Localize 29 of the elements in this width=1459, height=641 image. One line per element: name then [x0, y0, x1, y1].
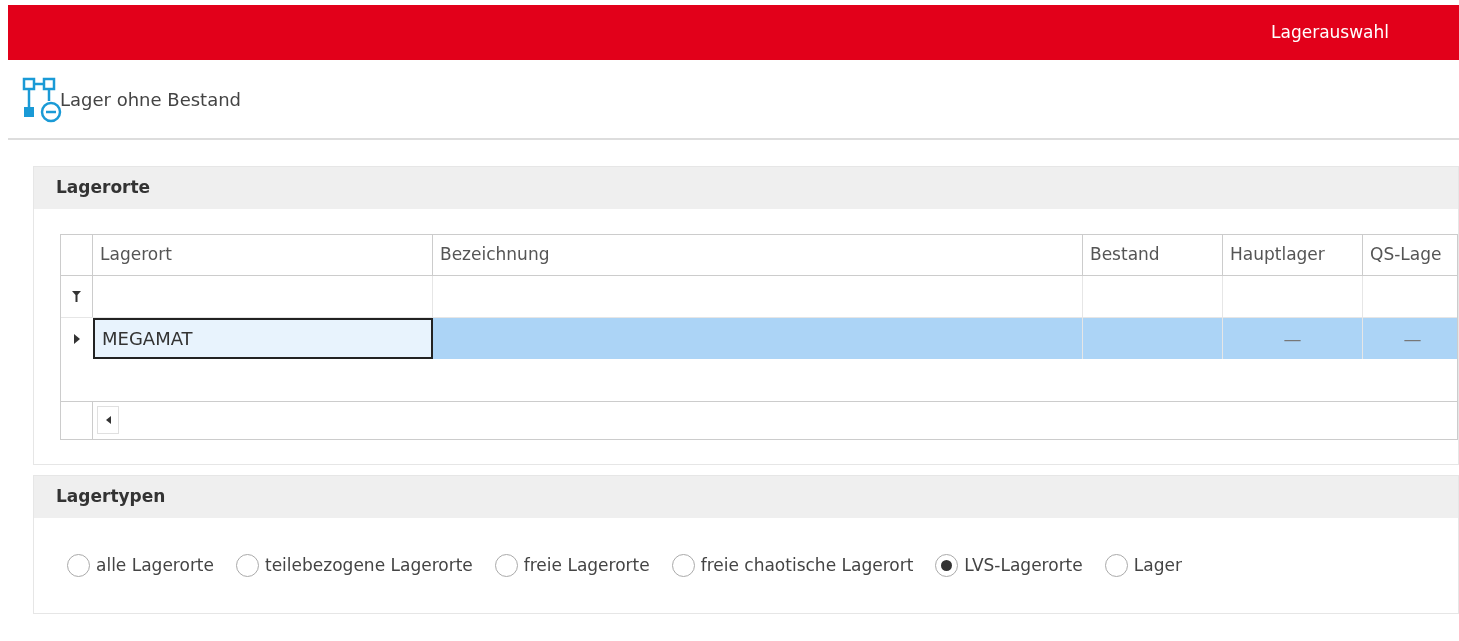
column-header[interactable]: QS-Lage — [1363, 235, 1457, 275]
scroll-left-button[interactable] — [97, 406, 119, 434]
caret-left-icon — [105, 416, 111, 424]
table-cell: — — [1223, 318, 1363, 359]
panel-title: Lagerorte — [56, 176, 151, 200]
table-cell: MEGAMAT — [93, 318, 433, 359]
column-header[interactable]: Lagerort — [93, 235, 433, 275]
radio-option[interactable]: LVS-Lagerorte — [935, 552, 1083, 579]
row-indicator-icon — [74, 333, 80, 344]
radio-button[interactable] — [494, 554, 518, 577]
column-header[interactable]: Bestand — [1083, 235, 1223, 275]
radio-button[interactable] — [67, 554, 90, 577]
panel-title: Lagertypen — [56, 485, 166, 509]
radio-button[interactable] — [236, 554, 259, 577]
radio-option[interactable]: teilebezogene Lagerorte — [236, 552, 473, 579]
radio-option[interactable]: freie chaotische Lagerort — [671, 552, 914, 579]
column-header[interactable]: Bezeichnung — [433, 235, 1083, 275]
radio-option[interactable]: Lager — [1104, 552, 1182, 579]
radio-button[interactable] — [1104, 554, 1128, 577]
radio-button[interactable] — [671, 554, 695, 577]
radio-option[interactable]: freie Lagerorte — [494, 552, 650, 579]
filter-icon[interactable] — [72, 291, 81, 302]
table-cell: — — [1363, 318, 1457, 359]
lager-ohne-bestand-button[interactable]: Lager ohne Bestand — [20, 75, 242, 123]
window-title: Lagerauswahl — [1271, 20, 1389, 44]
radio-button[interactable] — [935, 554, 959, 577]
radio-option[interactable]: alle Lagerorte — [67, 552, 214, 579]
column-header[interactable]: Hauptlager — [1223, 235, 1363, 275]
table-row[interactable]: MEGAMAT — — — [61, 318, 1457, 359]
